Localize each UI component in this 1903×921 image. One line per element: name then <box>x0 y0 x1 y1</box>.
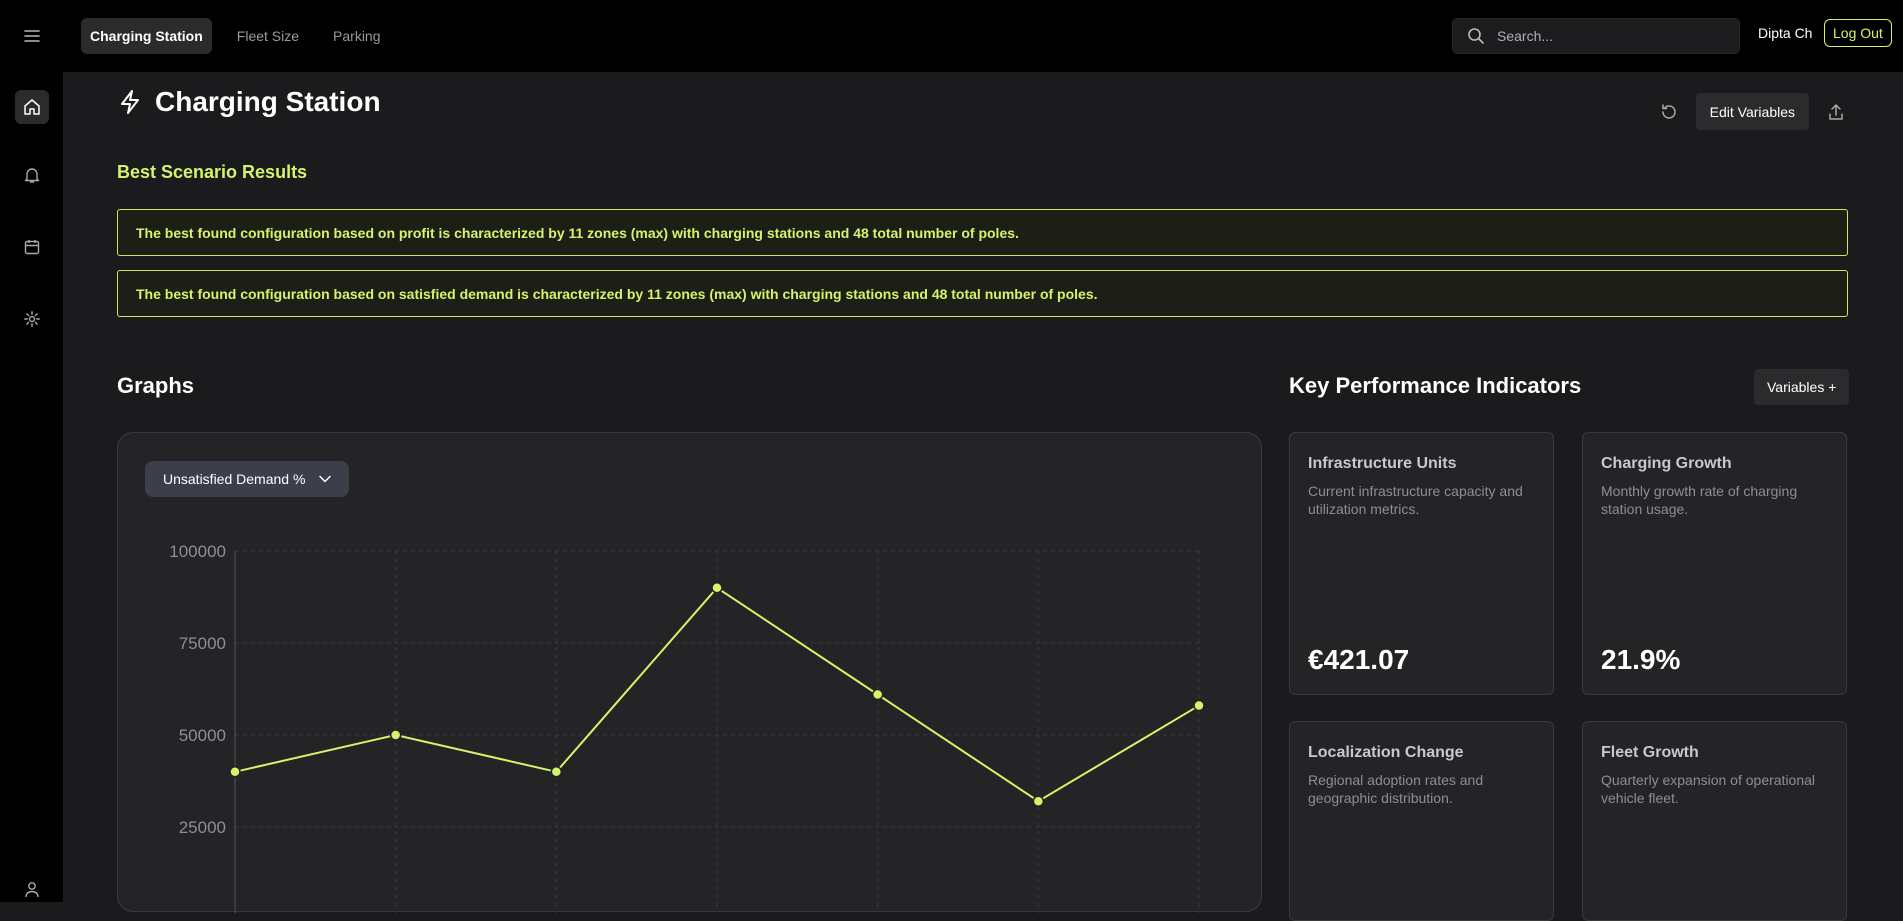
edit-variables-button[interactable]: Edit Variables <box>1695 93 1809 130</box>
line-chart: 100000 75000 50000 25000 <box>169 542 1205 913</box>
kpi-card-desc: Monthly growth rate of charging station … <box>1601 483 1798 517</box>
kpi-card-charging-growth[interactable]: Charging Growth Monthly growth rate of c… <box>1582 432 1847 695</box>
y-tick-label: 75000 <box>179 634 226 653</box>
sidebar <box>0 72 63 902</box>
kpi-card-title: Infrastructure Units <box>1308 455 1457 472</box>
tab-parking[interactable]: Parking <box>324 18 389 54</box>
kpi-card-desc: Current infrastructure capacity and util… <box>1308 483 1523 517</box>
data-point <box>1032 795 1045 807</box>
results-title: Best Scenario Results <box>117 162 308 182</box>
calendar-icon[interactable] <box>15 230 49 264</box>
kpi-card-fleet-growth[interactable]: Fleet Growth Quarterly expansion of oper… <box>1582 721 1847 921</box>
kpi-title: Key Performance Indicators <box>1289 373 1582 398</box>
logout-button[interactable]: Log Out <box>1824 19 1892 47</box>
data-point <box>871 688 884 701</box>
kpi-card-desc: Regional adoption rates and geographic d… <box>1308 772 1484 806</box>
kpi-card-infrastructure[interactable]: Infrastructure Units Current infrastruct… <box>1289 432 1554 695</box>
data-point <box>389 729 402 741</box>
user-name: Dipta Ch <box>1758 25 1813 41</box>
nav-tabs: Charging Station Fleet Size Parking <box>81 18 398 54</box>
page-header: Charging Station <box>117 86 381 118</box>
kpi-card-title: Localization Change <box>1308 744 1464 761</box>
menu-icon[interactable] <box>18 24 46 48</box>
data-point <box>711 582 723 594</box>
data-point <box>229 766 241 778</box>
kpi-card-title: Fleet Growth <box>1601 744 1699 761</box>
user-icon[interactable] <box>15 872 49 906</box>
gear-icon[interactable] <box>15 302 49 336</box>
page-title: Charging Station <box>155 86 381 117</box>
tab-fleet-size[interactable]: Fleet Size <box>228 18 308 54</box>
tab-charging-station[interactable]: Charging Station <box>81 18 212 54</box>
search-icon <box>1468 28 1484 44</box>
header-actions: Edit Variables <box>1654 93 1851 130</box>
main-content: Charging Station Edit Variables Best Sce… <box>63 72 1903 921</box>
kpi-card-desc: Quarterly expansion of operational vehic… <box>1601 772 1816 806</box>
kpi-card-title: Charging Growth <box>1601 455 1732 472</box>
bell-icon[interactable] <box>15 158 49 192</box>
chart-card: Unsatisfied Demand % 100000 75000 50000 250… <box>117 432 1262 913</box>
y-tick-label: 25000 <box>179 818 226 837</box>
data-point <box>1193 699 1205 712</box>
kpi-card-value: 21.9% <box>1601 644 1681 675</box>
graphs-title: Graphs <box>117 373 195 398</box>
lightning-icon <box>121 90 139 114</box>
home-icon[interactable] <box>15 90 49 124</box>
kpi-card-localization[interactable]: Localization Change Regional adoption ra… <box>1289 721 1554 921</box>
y-tick-label: 100000 <box>169 542 226 561</box>
kpi-card-value: €421.07 <box>1308 644 1410 675</box>
data-point <box>550 766 563 778</box>
top-bar: Charging Station Fleet Size Parking Dipt… <box>0 0 1903 72</box>
search-input[interactable] <box>1497 28 1717 44</box>
result-demand: The best found configuration based on sa… <box>117 270 1848 317</box>
search-box <box>1452 18 1740 54</box>
y-tick-label: 50000 <box>179 726 226 745</box>
reset-icon[interactable] <box>1654 97 1684 127</box>
export-icon[interactable] <box>1821 97 1851 127</box>
result-profit: The best found configuration based on pr… <box>117 209 1848 256</box>
variables-button[interactable]: Variables + <box>1754 369 1850 405</box>
